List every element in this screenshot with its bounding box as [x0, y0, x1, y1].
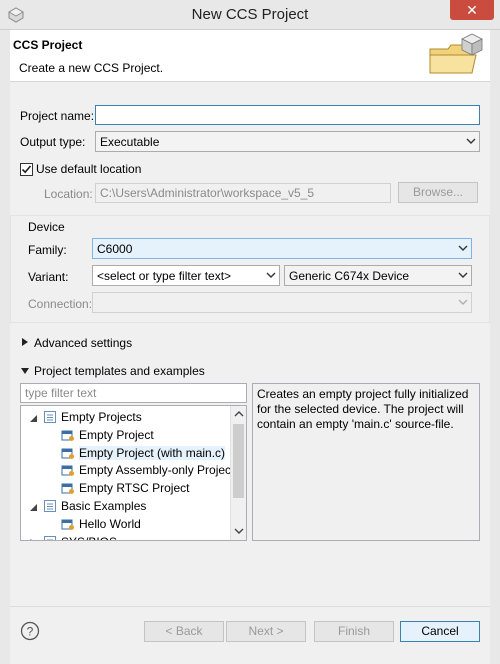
location-label: Location: [44, 187, 93, 201]
variant-filter-value: <select or type filter text> [97, 269, 232, 283]
tree-expand-icon[interactable] [29, 537, 38, 540]
tree-item-label: SYS/BIOS [61, 535, 117, 540]
chevron-down-icon [458, 272, 468, 278]
folder-icon [43, 410, 57, 424]
variant-value: Generic C674x Device [289, 269, 410, 283]
variant-label: Variant: [28, 270, 69, 284]
location-input[interactable]: C:\Users\Administrator\workspace_v5_5 [95, 183, 391, 203]
project-template-icon [61, 446, 75, 460]
tree-item[interactable]: SYS/BIOS [21, 533, 229, 540]
family-value: C6000 [97, 242, 133, 256]
project-template-icon [61, 463, 75, 477]
family-select[interactable]: C6000 [92, 238, 472, 259]
scroll-down-icon[interactable] [234, 527, 244, 535]
tree-item[interactable]: Empty Projects [21, 408, 229, 426]
scroll-thumb[interactable] [233, 424, 244, 498]
variant-select[interactable]: Generic C674x Device [284, 265, 472, 286]
wizard-description: Create a new CCS Project. [19, 61, 164, 75]
project-name-input[interactable] [95, 105, 480, 125]
connection-select[interactable] [92, 292, 472, 313]
help-icon[interactable]: ? [20, 621, 40, 641]
tree-item-label: Empty Project (with main.c) [79, 445, 226, 460]
chevron-down-icon [458, 245, 468, 251]
template-filter-input[interactable]: type filter text [20, 383, 247, 403]
use-default-location-label: Use default location [36, 162, 142, 176]
tree-item-label: Empty Assembly-only Project [79, 463, 235, 478]
family-label: Family: [28, 243, 67, 257]
output-type-select[interactable]: Executable [95, 131, 480, 152]
connection-label: Connection: [28, 297, 93, 311]
template-description: Creates an empty project fully initializ… [252, 383, 480, 541]
project-template-icon [61, 481, 75, 495]
tree-item[interactable]: Empty Project (with main.c) [21, 444, 229, 462]
use-default-location-checkbox[interactable] [20, 163, 33, 176]
tree-scrollbar[interactable] [230, 406, 246, 540]
project-template-icon [61, 428, 75, 442]
checkmark-icon [21, 165, 32, 174]
chevron-down-icon [466, 138, 476, 144]
tree-item[interactable]: Empty RTSC Project [21, 479, 229, 497]
title-bar: New CCS Project ✕ [0, 0, 500, 30]
tree-item-label: Empty Projects [61, 410, 142, 424]
scroll-up-icon[interactable] [234, 410, 244, 418]
wizard-title: CCS Project [13, 38, 83, 52]
window-title: New CCS Project [191, 6, 309, 23]
template-tree: SYS/BIOS Hello World Basic Examples Empty R… [20, 405, 247, 541]
new-project-folder-icon [429, 33, 483, 74]
chevron-down-icon [266, 272, 276, 278]
tree-collapse-icon[interactable] [29, 412, 38, 422]
finish-button[interactable]: Finish [314, 621, 394, 642]
folder-icon [43, 499, 57, 513]
window-frame-left [0, 30, 10, 664]
project-templates-label[interactable]: Project templates and examples [34, 364, 205, 378]
tree-item-label: Empty RTSC Project [79, 481, 190, 496]
window-frame-right [490, 30, 500, 664]
tree-item[interactable]: Empty Assembly-only Project [21, 461, 234, 479]
back-button[interactable]: < Back [144, 621, 224, 642]
tree-item[interactable]: Basic Examples [21, 497, 229, 515]
svg-text:?: ? [27, 625, 34, 639]
expand-down-icon[interactable] [20, 366, 30, 376]
button-bar-separator [10, 606, 490, 607]
cancel-button[interactable]: Cancel [400, 621, 480, 642]
project-name-label: Project name: [20, 109, 95, 123]
chevron-down-icon [458, 299, 468, 305]
advanced-settings-label[interactable]: Advanced settings [34, 336, 132, 350]
browse-button[interactable]: Browse... [398, 182, 478, 203]
tree-item[interactable]: Empty Project [21, 426, 229, 444]
tree-collapse-icon[interactable] [29, 501, 38, 511]
output-type-label: Output type: [20, 135, 86, 149]
expand-right-icon[interactable] [20, 337, 30, 347]
variant-filter-combo[interactable]: <select or type filter text> [92, 265, 280, 286]
output-type-value: Executable [100, 135, 160, 149]
tree-item-label: Hello World [79, 516, 141, 531]
tree-item[interactable]: Hello World [21, 515, 229, 533]
tree-item-label: Empty Project [79, 427, 154, 442]
folder-icon [43, 535, 57, 540]
close-button[interactable]: ✕ [450, 0, 494, 20]
next-button[interactable]: Next > [226, 621, 306, 642]
wizard-header: CCS Project Create a new CCS Project. [10, 30, 490, 82]
tree-item-label: Basic Examples [61, 499, 147, 513]
device-group-label: Device [28, 220, 65, 234]
project-template-icon [61, 517, 75, 531]
